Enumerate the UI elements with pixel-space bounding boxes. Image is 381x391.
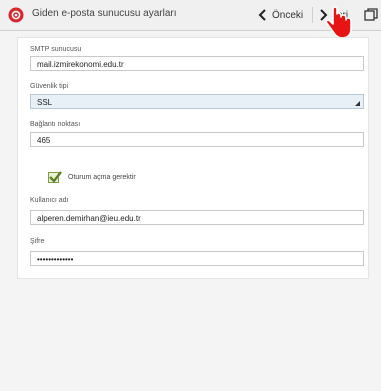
chevron-left-icon (258, 9, 266, 21)
username-label: Kullanıcı adı (30, 197, 69, 204)
prev-label: Önceki (272, 9, 304, 21)
port-field[interactable]: 465 (30, 132, 364, 147)
login-required-checkbox[interactable] (48, 171, 62, 183)
prev-button[interactable]: Önceki (258, 5, 303, 25)
dropdown-corner-icon (355, 101, 360, 106)
username-field[interactable]: alperen.demirhan@ieu.edu.tr (30, 210, 364, 225)
email-app-icon[interactable] (8, 7, 24, 23)
window-icon[interactable] (364, 8, 378, 22)
password-field[interactable]: ••••••••••••• (30, 251, 364, 266)
checkmark-icon (49, 171, 62, 183)
smtp-server-field[interactable]: mail.izmirekonomi.edu.tr (30, 56, 364, 71)
security-type-select[interactable]: SSL (30, 94, 364, 109)
security-value: SSL (37, 98, 53, 107)
security-label: Güvenlik tipi (30, 83, 69, 90)
login-required-row[interactable]: Oturum açma gerektir (48, 171, 136, 183)
page-title: Giden e-posta sunucusu ayarları (32, 8, 177, 19)
password-label: Şifre (30, 238, 45, 245)
settings-card: SMTP sunucusu mail.izmirekonomi.edu.tr G… (17, 37, 369, 279)
smtp-label: SMTP sunucusu (30, 46, 82, 53)
port-label: Bağlantı noktası (30, 121, 81, 128)
login-required-label: Oturum açma gerektir (68, 174, 136, 181)
toolbar-divider (312, 7, 313, 23)
